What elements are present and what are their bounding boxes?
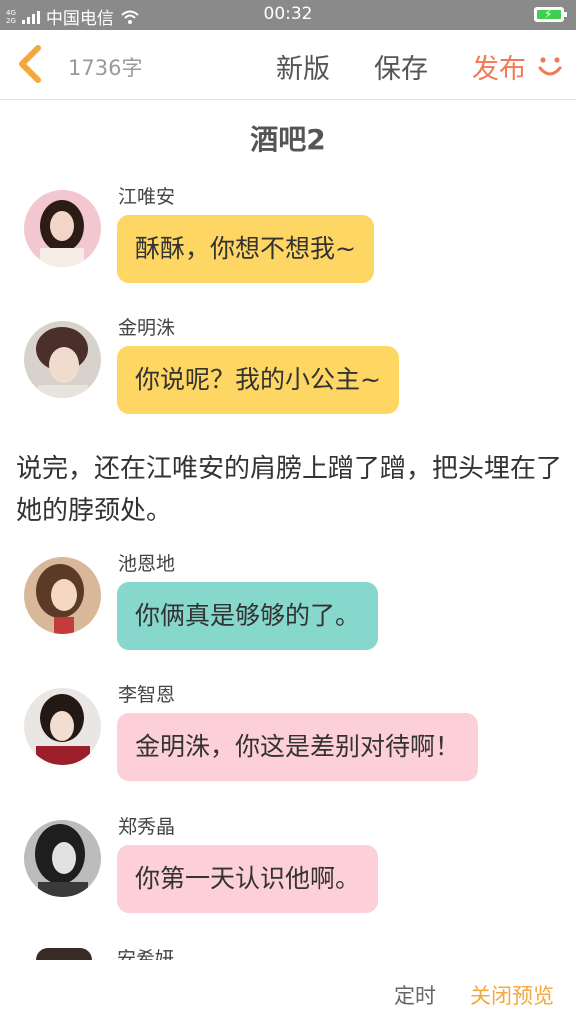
smile-icon[interactable] xyxy=(536,50,564,82)
schedule-button[interactable]: 定时 xyxy=(394,980,436,1010)
word-count: 1736字 xyxy=(68,56,143,80)
status-bar: 4G 2G 中国电信 00:32 ⚡ xyxy=(0,0,576,30)
avatar[interactable] xyxy=(24,688,101,765)
avatar[interactable] xyxy=(24,820,101,897)
sender-name: 江唯安 xyxy=(118,186,176,208)
editor-toolbar: 1736字 新版 保存 发布 xyxy=(0,30,576,100)
new-version-button[interactable]: 新版 xyxy=(276,47,330,86)
clock: 00:32 xyxy=(263,4,313,24)
battery-charging-icon: ⚡ xyxy=(534,7,567,22)
save-button[interactable]: 保存 xyxy=(374,47,428,86)
message-bubble[interactable]: 你俩真是够够的了。 xyxy=(117,582,379,650)
message-bubble[interactable]: 酥酥，你想不想我~ xyxy=(117,215,374,283)
avatar[interactable] xyxy=(24,557,101,634)
message-bubble[interactable]: 你第一天认识他啊。 xyxy=(117,845,379,913)
message-bubble[interactable]: 你说呢？我的小公主~ xyxy=(117,346,399,414)
message-bubble[interactable]: 金明洙，你这是差别对待啊！ xyxy=(117,713,479,781)
avatar[interactable] xyxy=(36,948,92,960)
close-preview-button[interactable]: 关闭预览 xyxy=(470,980,554,1010)
avatar[interactable] xyxy=(24,321,101,398)
sender-name: 李智恩 xyxy=(118,684,176,706)
bottom-bar: 定时 关闭预览 xyxy=(0,960,576,1024)
story-title: 酒吧2 xyxy=(250,123,326,156)
narration-text: 说完，还在江唯安的肩膀上蹭了蹭，把头埋在了她的脖颈处。 xyxy=(16,454,563,526)
avatar[interactable] xyxy=(24,190,101,267)
sender-name: 池恩地 xyxy=(118,553,176,575)
sender-name: 安希妍 xyxy=(117,948,175,960)
sender-name: 金明洙 xyxy=(118,317,176,339)
sender-name: 郑秀晶 xyxy=(118,816,176,838)
chevron-left-icon[interactable] xyxy=(12,44,48,84)
publish-button[interactable]: 发布 xyxy=(472,47,526,86)
